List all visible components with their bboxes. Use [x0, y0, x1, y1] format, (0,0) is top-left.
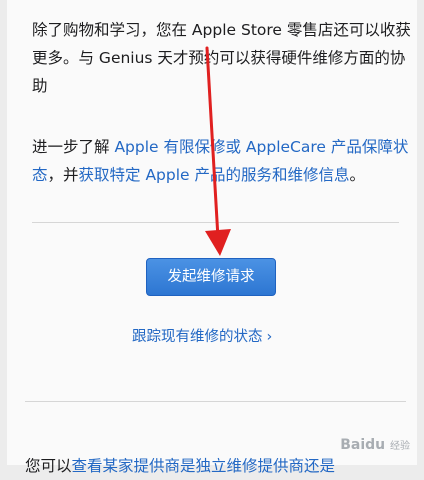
track-repair-link[interactable]: 跟踪现有维修的状态 › [132, 325, 272, 346]
learn-more-suffix: 。 [349, 165, 366, 184]
provider-paragraph: 您可以查看某家提供商是独立维修提供商还是 [25, 452, 405, 480]
track-repair-label: 跟踪现有维修的状态 [132, 329, 263, 345]
provider-lookup-link[interactable]: 查看某家提供商是独立维修提供商还是 [72, 457, 336, 475]
watermark-sub: 经验 [390, 441, 410, 452]
content-card: 除了购物和学习，您在 Apple Store 零售店还可以收获更多。与 Geni… [7, 0, 417, 465]
learn-more-paragraph: 进一步了解 Apple 有限保修或 AppleCare 产品保障状态，并获取特定… [32, 133, 412, 189]
divider-bottom [25, 401, 406, 402]
service-info-link[interactable]: 获取特定 Apple 产品的服务和维修信息 [79, 166, 350, 184]
watermark-brand: Baidu [340, 437, 386, 453]
start-repair-button[interactable]: 发起维修请求 [146, 258, 276, 296]
divider-top [32, 222, 399, 223]
baidu-watermark: Baidu 经验 [340, 437, 410, 453]
learn-more-prefix: 进一步了解 [32, 137, 115, 156]
provider-prefix: 您可以 [25, 456, 72, 475]
chevron-right-icon: › [266, 329, 273, 345]
learn-more-middle: ，并 [47, 165, 79, 184]
intro-paragraph: 除了购物和学习，您在 Apple Store 零售店还可以收获更多。与 Geni… [32, 20, 411, 95]
